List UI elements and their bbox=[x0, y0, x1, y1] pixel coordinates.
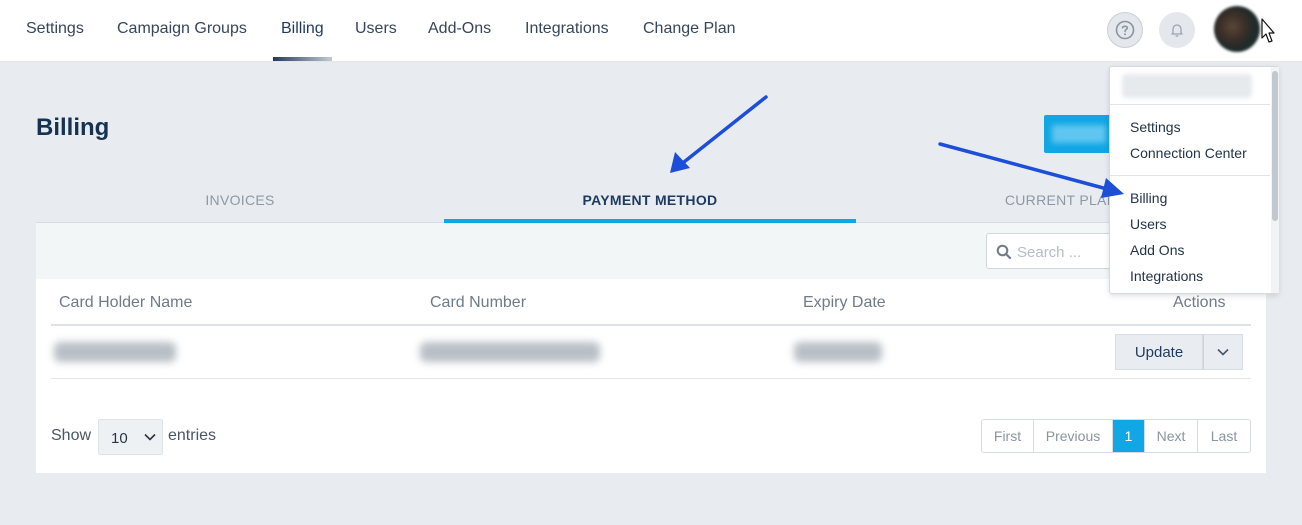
entries-label: entries bbox=[168, 427, 217, 444]
pointer-cursor-icon bbox=[1261, 18, 1275, 43]
help-button[interactable] bbox=[1107, 12, 1143, 48]
pagination-first[interactable]: First bbox=[982, 420, 1034, 452]
avatar[interactable] bbox=[1214, 6, 1260, 52]
col-card-number[interactable]: Card Number bbox=[430, 294, 526, 312]
search-icon bbox=[996, 244, 1012, 260]
menu-item-add-ons[interactable]: Add Ons bbox=[1130, 242, 1184, 258]
account-name-redacted bbox=[1122, 74, 1252, 98]
nav-users[interactable]: Users bbox=[355, 20, 397, 62]
bell-icon bbox=[1171, 24, 1183, 37]
entries-per-page-select[interactable]: 10 bbox=[98, 419, 163, 455]
menu-scrollbar-thumb[interactable] bbox=[1272, 71, 1278, 221]
menu-divider bbox=[1110, 104, 1270, 105]
primary-action-button[interactable] bbox=[1044, 115, 1114, 153]
chevron-down-icon bbox=[144, 433, 156, 441]
chevron-down-icon bbox=[1217, 348, 1229, 356]
pagination-next[interactable]: Next bbox=[1145, 420, 1198, 452]
account-dropdown-menu: Settings Connection Center Billing Users… bbox=[1109, 66, 1279, 294]
page-title: Billing bbox=[36, 114, 110, 141]
menu-item-connection-center[interactable]: Connection Center bbox=[1130, 145, 1247, 161]
arrow-to-payment-method-icon bbox=[670, 95, 768, 173]
nav-active-indicator bbox=[273, 57, 332, 61]
pagination: First Previous 1 Next Last bbox=[981, 419, 1251, 453]
header-divider bbox=[51, 324, 1251, 326]
update-menu-toggle[interactable] bbox=[1203, 334, 1243, 370]
top-nav: Settings Campaign Groups Billing Users A… bbox=[0, 0, 1302, 62]
update-button[interactable]: Update bbox=[1115, 334, 1203, 370]
notifications-button[interactable] bbox=[1159, 12, 1195, 48]
menu-item-billing[interactable]: Billing bbox=[1130, 190, 1167, 206]
col-card-holder-name[interactable]: Card Holder Name bbox=[59, 294, 192, 312]
help-icon bbox=[1115, 20, 1135, 40]
menu-item-integrations[interactable]: Integrations bbox=[1130, 268, 1203, 284]
col-expiry-date[interactable]: Expiry Date bbox=[803, 294, 886, 312]
expiry-date-redacted bbox=[794, 342, 882, 362]
row-divider bbox=[51, 378, 1251, 379]
menu-item-settings[interactable]: Settings bbox=[1130, 119, 1181, 135]
card-number-redacted bbox=[420, 342, 600, 362]
col-actions: Actions bbox=[1173, 294, 1226, 311]
show-label: Show bbox=[51, 427, 92, 444]
tab-payment-method[interactable]: PAYMENT METHOD bbox=[444, 192, 856, 208]
menu-item-users[interactable]: Users bbox=[1130, 216, 1167, 232]
table-toolbar bbox=[36, 223, 1266, 279]
update-split-button: Update bbox=[1115, 334, 1243, 370]
pagination-page-1[interactable]: 1 bbox=[1113, 420, 1145, 452]
nav-add-ons[interactable]: Add-Ons bbox=[428, 20, 491, 62]
card-holder-name-redacted bbox=[54, 342, 176, 362]
payment-method-panel: Card Holder Name Card Number Expiry Date… bbox=[36, 223, 1266, 473]
menu-divider bbox=[1110, 175, 1270, 176]
nav-integrations[interactable]: Integrations bbox=[525, 20, 609, 62]
entries-per-page-value: 10 bbox=[111, 430, 128, 447]
pagination-last[interactable]: Last bbox=[1198, 420, 1250, 452]
nav-settings[interactable]: Settings bbox=[26, 20, 84, 62]
nav-billing[interactable]: Billing bbox=[281, 20, 324, 62]
pagination-previous[interactable]: Previous bbox=[1034, 420, 1113, 452]
tab-invoices[interactable]: INVOICES bbox=[36, 192, 444, 208]
nav-campaign-groups[interactable]: Campaign Groups bbox=[117, 20, 247, 62]
nav-change-plan[interactable]: Change Plan bbox=[643, 20, 736, 62]
